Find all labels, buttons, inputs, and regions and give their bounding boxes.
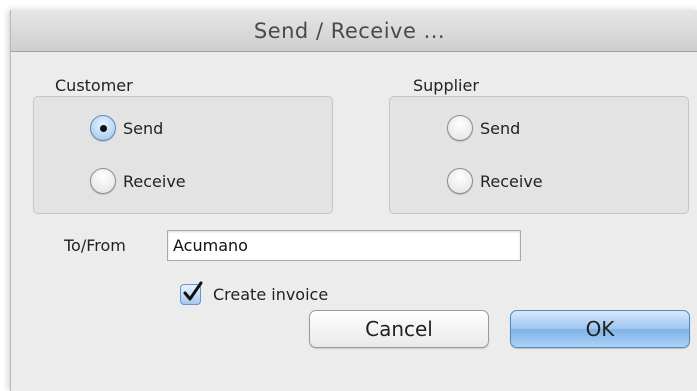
checkbox-checked-icon[interactable] xyxy=(180,281,203,305)
create-invoice-label: Create invoice xyxy=(213,285,329,304)
create-invoice-checkbox-row[interactable]: Create invoice xyxy=(180,281,329,305)
radio-unselected-icon[interactable] xyxy=(90,168,116,194)
send-receive-dialog: Send / Receive ... Customer Send Receive… xyxy=(10,10,697,391)
title-bar[interactable]: Send / Receive ... xyxy=(11,10,697,52)
supplier-receive-label: Receive xyxy=(480,171,543,191)
ok-button[interactable]: OK xyxy=(510,310,690,348)
supplier-send-label: Send xyxy=(480,118,521,138)
customer-send-label: Send xyxy=(123,118,164,138)
radio-unselected-icon[interactable] xyxy=(447,168,473,194)
supplier-group-label: Supplier xyxy=(413,76,479,95)
supplier-receive-option[interactable]: Receive xyxy=(447,168,543,194)
supplier-group-box xyxy=(389,96,689,214)
customer-group-label: Customer xyxy=(55,76,133,95)
supplier-send-option[interactable]: Send xyxy=(447,115,520,141)
customer-group-box xyxy=(33,96,333,214)
to-from-label: To/From xyxy=(64,236,126,255)
to-from-input[interactable] xyxy=(167,230,521,261)
radio-unselected-icon[interactable] xyxy=(447,115,473,141)
customer-receive-option[interactable]: Receive xyxy=(90,168,186,194)
dialog-title: Send / Receive ... xyxy=(253,19,446,43)
customer-receive-label: Receive xyxy=(123,171,186,191)
cancel-button[interactable]: Cancel xyxy=(309,310,489,348)
radio-selected-icon[interactable] xyxy=(90,115,116,141)
customer-send-option[interactable]: Send xyxy=(90,115,163,141)
